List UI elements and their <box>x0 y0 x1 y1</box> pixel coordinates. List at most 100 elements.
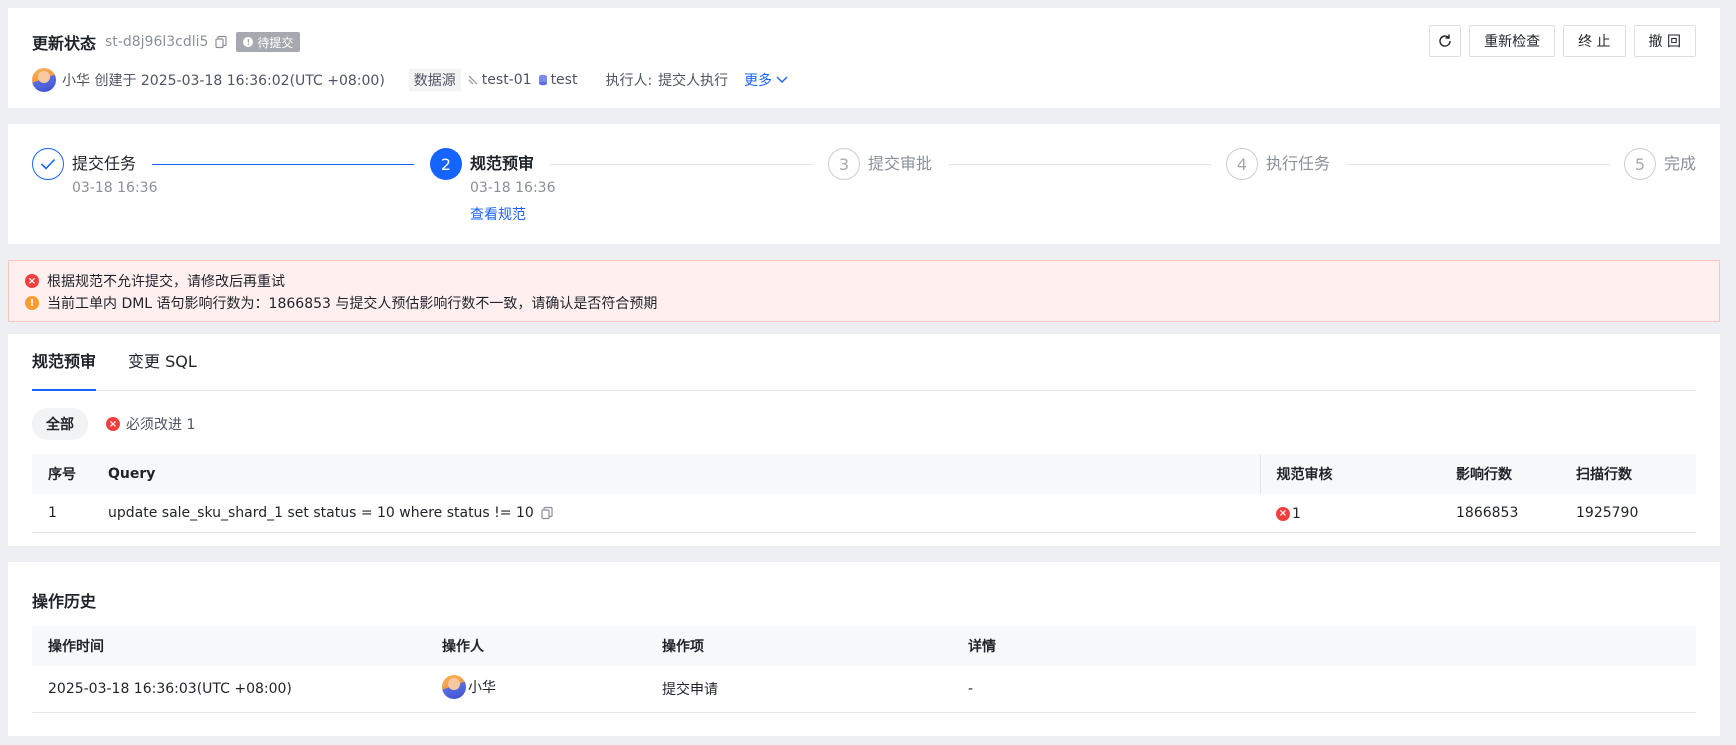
step-connector <box>152 164 414 165</box>
more-label: 更多 <box>744 73 773 89</box>
column-header: Query <box>92 454 1260 494</box>
error-icon: × <box>106 417 120 431</box>
executor-label: 执行人: <box>605 73 653 89</box>
step-number: 2 <box>430 148 462 180</box>
step-time: 03-18 16:36 <box>470 180 556 196</box>
history-user: 小华 <box>468 679 496 696</box>
alert-warning-text: 当前工单内 DML 语句影响行数为：1866853 与提交人预估影响行数不一致，… <box>47 296 658 312</box>
step-connector <box>550 164 814 165</box>
table-header-row: 操作时间 操作人 操作项 详情 <box>32 626 1696 666</box>
column-header: 扫描行数 <box>1560 454 1696 494</box>
withdraw-button[interactable]: 撤 回 <box>1633 25 1696 57</box>
history-title: 操作历史 <box>32 592 97 611</box>
filter-row: 全部 × 必须改进 1 <box>32 408 195 440</box>
alert-warning-line: ! 当前工单内 DML 语句影响行数为：1866853 与提交人预估影响行数不一… <box>25 293 657 313</box>
datasource-db[interactable]: test <box>538 72 578 88</box>
recheck-button[interactable]: 重新检查 <box>1469 25 1556 57</box>
step-title: 提交任务 <box>72 154 137 173</box>
datasource-instance[interactable]: test-01 <box>467 72 532 88</box>
column-header: 操作时间 <box>32 626 426 666</box>
header-card: 更新状态 st-d8j96l3cdli5 ! 待提交 小华 创建于 2025-0… <box>8 8 1720 108</box>
step-approval: 3 提交审批 <box>828 148 932 180</box>
error-icon: × <box>1276 506 1290 521</box>
alert-error-line: × 根据规范不允许提交，请修改后再重试 <box>25 271 285 291</box>
action-buttons: 重新检查 终 止 撤 回 <box>1429 25 1696 57</box>
table-row: 2025-03-18 16:36:03(UTC +08:00) 小华 提交申请 … <box>32 666 1696 713</box>
database-icon <box>538 74 547 86</box>
filter-must-improve[interactable]: × 必须改进 1 <box>106 414 195 434</box>
column-header: 序号 <box>32 454 92 494</box>
refresh-icon <box>1439 34 1451 47</box>
step-title: 规范预审 <box>470 154 535 173</box>
history-table: 操作时间 操作人 操作项 详情 2025-03-18 16:36:03(UTC … <box>32 626 1696 713</box>
filter-all-chip[interactable]: 全部 <box>32 408 88 440</box>
query-text: update sale_sku_shard_1 set status = 10 … <box>108 504 534 521</box>
view-rules-link[interactable]: 查看规范 <box>470 207 555 223</box>
check-result-cell[interactable]: × 1 <box>1260 494 1440 533</box>
datasource-label: 数据源 <box>408 69 461 91</box>
check-count: 1 <box>1292 505 1301 522</box>
more-link[interactable]: 更多 <box>744 70 788 90</box>
info-icon: ! <box>243 37 254 47</box>
scanned-rows: 1925790 <box>1560 494 1696 533</box>
datasource-db-text: test <box>550 72 578 88</box>
history-card: 操作历史 操作时间 操作人 操作项 详情 2025-03-18 16:36:03… <box>8 562 1720 736</box>
check-icon <box>32 148 64 180</box>
alert-box: × 根据规范不允许提交，请修改后再重试 ! 当前工单内 DML 语句影响行数为：… <box>8 260 1720 322</box>
step-connector <box>1346 164 1610 165</box>
avatar <box>32 68 56 92</box>
history-user-cell: 小华 <box>426 666 646 713</box>
creator-line: 小华 创建于 2025-03-18 16:36:02(UTC +08:00) <box>62 73 385 89</box>
review-card: 规范预审 变更 SQL 全部 × 必须改进 1 序号 Query 规范审核 影响… <box>8 334 1720 546</box>
step-title: 执行任务 <box>1266 154 1331 173</box>
column-header: 规范审核 <box>1259 454 1440 494</box>
tab-precheck[interactable]: 规范预审 <box>32 334 97 391</box>
query-cell: update sale_sku_shard_1 set status = 10 … <box>92 494 1260 533</box>
table-header-row: 序号 Query 规范审核 影响行数 扫描行数 <box>32 454 1696 494</box>
history-detail: - <box>952 666 1696 713</box>
page-title: 更新状态 <box>32 34 97 53</box>
error-icon: × <box>25 274 39 288</box>
copy-icon[interactable] <box>540 506 554 520</box>
column-header: 影响行数 <box>1440 454 1560 494</box>
alert-error-text: 根据规范不允许提交，请修改后再重试 <box>47 274 285 290</box>
step-precheck: 2 规范预审 03-18 16:36 查看规范 <box>430 148 555 223</box>
status-badge: ! 待提交 <box>236 32 301 52</box>
history-action: 提交申请 <box>646 666 952 713</box>
meta-row: 小华 创建于 2025-03-18 16:36:02(UTC +08:00) 数… <box>32 68 788 92</box>
copy-icon[interactable] <box>214 35 228 49</box>
step-time: 03-18 16:36 <box>72 180 158 196</box>
chevron-down-icon <box>776 76 788 83</box>
steps-card: 提交任务 03-18 16:36 2 规范预审 03-18 16:36 查看规范… <box>8 124 1720 244</box>
step-title: 提交审批 <box>868 154 933 173</box>
column-header: 操作项 <box>646 626 952 666</box>
warning-icon: ! <box>25 296 39 310</box>
affected-rows: 1866853 <box>1440 494 1560 533</box>
review-table: 序号 Query 规范审核 影响行数 扫描行数 1 update sale_sk… <box>32 454 1696 533</box>
terminate-button[interactable]: 终 止 <box>1563 25 1626 57</box>
filter-must-label: 必须改进 1 <box>126 417 196 433</box>
step-submit-task: 提交任务 03-18 16:36 <box>32 148 157 196</box>
tab-change-sql[interactable]: 变更 SQL <box>128 334 197 390</box>
title-row: 更新状态 st-d8j96l3cdli5 ! 待提交 <box>32 30 301 54</box>
tab-bar: 规范预审 变更 SQL <box>32 334 1696 391</box>
column-header: 详情 <box>952 626 1696 666</box>
datasource-instance-text: test-01 <box>481 72 532 88</box>
table-row: 1 update sale_sku_shard_1 set status = 1… <box>32 494 1696 533</box>
row-number: 1 <box>32 494 92 533</box>
refresh-button[interactable] <box>1429 25 1462 57</box>
step-number: 3 <box>828 148 860 180</box>
status-text: 待提交 <box>257 35 294 50</box>
task-id: st-d8j96l3cdli5 <box>105 34 209 50</box>
step-title: 完成 <box>1664 154 1697 173</box>
step-number: 5 <box>1624 148 1656 180</box>
executor-value: 提交人执行 <box>658 73 729 89</box>
step-connector <box>948 164 1212 165</box>
instance-icon <box>468 75 478 85</box>
avatar <box>442 674 466 699</box>
step-number: 4 <box>1226 148 1258 180</box>
step-complete: 5 完成 <box>1624 148 1696 180</box>
step-execute: 4 执行任务 <box>1226 148 1330 180</box>
history-time: 2025-03-18 16:36:03(UTC +08:00) <box>32 666 426 713</box>
column-header: 操作人 <box>426 626 646 666</box>
